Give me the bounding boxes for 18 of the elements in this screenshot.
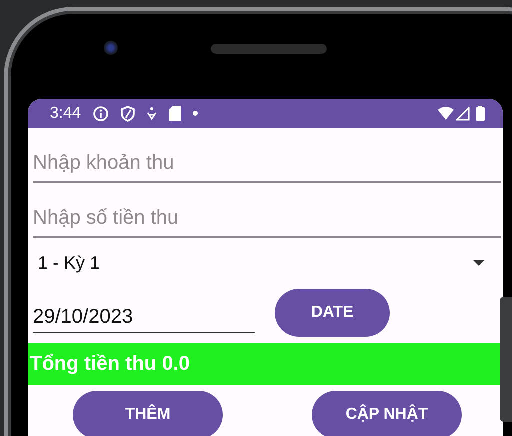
dropdown[interactable]: 1 - Kỳ 1 [28,238,503,288]
wifi-icon [438,107,454,120]
date-field[interactable]: 29/10/2023 [33,293,255,334]
info-icon [93,106,110,122]
add-button[interactable]: THÊM [73,391,223,436]
dot-icon [193,111,198,116]
notification-icon [147,106,158,120]
dropdown-arrow-icon [473,260,485,266]
signal-icon [456,106,470,120]
input-field[interactable]: Nhập số tiền thu [33,183,501,238]
date-button[interactable]: DATE [275,289,390,338]
status-time: 3:44 [50,104,82,122]
input-field[interactable]: Nhập khoản thu [33,128,501,184]
total-text: Tổng tiền thu 0.0 [30,352,190,376]
sd-card-icon [169,106,182,121]
battery-icon [476,106,485,121]
shield-icon [121,106,136,122]
update-button[interactable]: CẬP NHẬT [312,391,462,436]
